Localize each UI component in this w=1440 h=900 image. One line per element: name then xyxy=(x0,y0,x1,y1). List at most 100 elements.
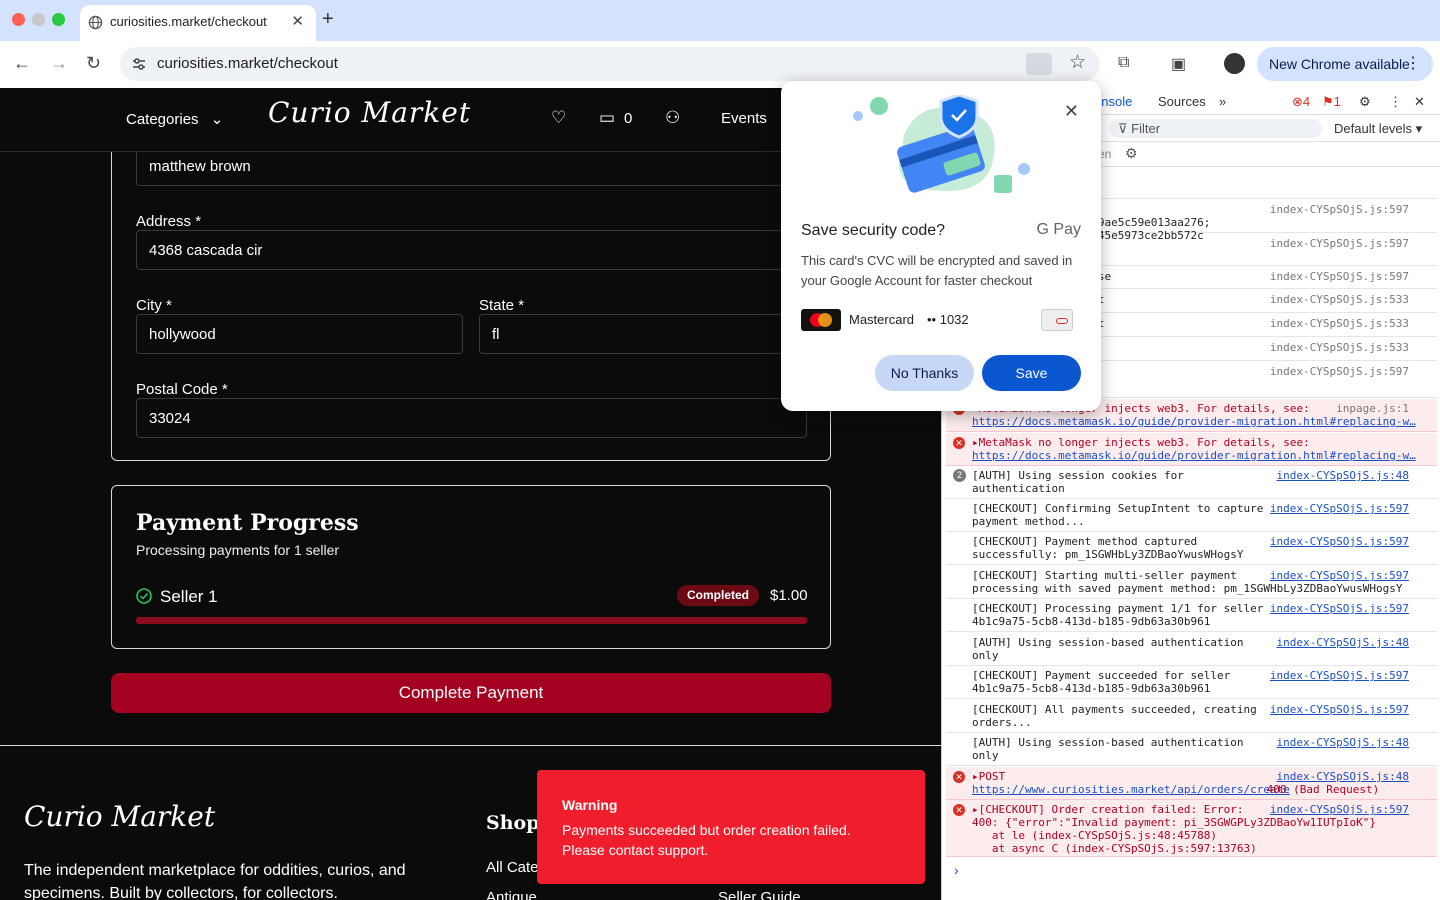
more-tabs-icon[interactable]: » xyxy=(1219,94,1226,109)
console-settings-icon[interactable]: ⚙ xyxy=(1125,145,1138,162)
address-label: Address * xyxy=(136,213,202,230)
profile-avatar[interactable] xyxy=(1224,53,1245,74)
console-log-entry[interactable]: [CHECKOUT] Confirming SetupIntent to cap… xyxy=(946,499,1437,532)
forward-icon[interactable]: → xyxy=(50,53,68,74)
log-source-link[interactable]: index-CYSpSOjS.js:597 xyxy=(1270,270,1409,283)
log-message: [AUTH] Using session-based authenticatio… xyxy=(972,736,1244,762)
city-input[interactable]: hollywood xyxy=(136,314,463,354)
log-source-link[interactable]: index-CYSpSOjS.js:533 xyxy=(1270,317,1409,330)
console-log-entry[interactable]: 2 [AUTH] Using session cookies for authen… xyxy=(946,466,1437,499)
log-source-link[interactable]: inpage.js:1 xyxy=(1336,402,1409,415)
console-error-entry[interactable]: ✕ ▸POST https://www.curiosities.market/api… xyxy=(946,767,1437,800)
settings-gear-icon[interactable]: ⚙ xyxy=(1359,94,1371,110)
complete-payment-button[interactable]: Complete Payment xyxy=(111,673,831,713)
more-options-icon[interactable]: ⋮ xyxy=(1389,94,1402,110)
browser-tab-bar: curiosities.market/checkout ✕ + xyxy=(0,0,1440,41)
console-log-entry[interactable]: [AUTH] Using session-based authenticatio… xyxy=(946,633,1437,666)
address-input[interactable]: 4368 cascada cir xyxy=(136,230,807,270)
footer-link[interactable]: All Cate xyxy=(486,859,539,876)
card-security-illustration xyxy=(853,95,1030,193)
postal-code-input[interactable]: 33024 xyxy=(136,398,807,438)
log-source-link[interactable]: index-CYSpSOjS.js:597 xyxy=(1270,602,1409,615)
mastercard-icon xyxy=(801,309,841,331)
log-source-link[interactable]: index-CYSpSOjS.js:597 xyxy=(1270,237,1409,250)
log-source-link[interactable]: index-CYSpSOjS.js:533 xyxy=(1270,341,1409,354)
events-link[interactable]: Events xyxy=(721,110,767,127)
console-log-entry[interactable]: [CHECKOUT] Processing payment 1/1 for se… xyxy=(946,599,1437,632)
new-tab-icon[interactable]: + xyxy=(322,8,334,31)
warning-count[interactable]: ⚑1 xyxy=(1322,94,1341,110)
log-levels-dropdown[interactable]: Default levels ▾ xyxy=(1334,121,1422,137)
postal-code-label: Postal Code * xyxy=(136,381,228,398)
maximize-window-icon[interactable] xyxy=(52,13,65,26)
chrome-update-button[interactable]: New Chrome available ⋮ xyxy=(1257,47,1433,81)
footer-tagline: The independent marketplace for oddities… xyxy=(24,862,406,900)
browser-tab[interactable]: curiosities.market/checkout ✕ xyxy=(80,5,316,41)
close-tab-icon[interactable]: ✕ xyxy=(291,12,304,30)
console-filter-input[interactable]: ⊽ Filter xyxy=(1110,119,1322,138)
bookmark-star-icon[interactable]: ☆ xyxy=(1069,51,1086,74)
log-source-link[interactable]: index-CYSpSOjS.js:48 xyxy=(1277,469,1409,482)
log-source-link[interactable]: index-CYSpSOjS.js:48 xyxy=(1277,770,1409,783)
name-input[interactable]: matthew brown xyxy=(136,146,807,186)
state-input[interactable]: fl xyxy=(479,314,807,354)
log-source-link[interactable]: index-CYSpSOjS.js:597 xyxy=(1270,669,1409,682)
footer-link[interactable]: Antique xyxy=(486,889,537,900)
reload-icon[interactable]: ↻ xyxy=(86,53,101,74)
log-message: [AUTH] Using session cookies for authent… xyxy=(972,469,1184,495)
log-source-link[interactable]: index-CYSpSOjS.js:597 xyxy=(1270,535,1409,548)
minimize-window-icon[interactable] xyxy=(32,13,45,26)
site-info-icon[interactable] xyxy=(130,55,148,73)
log-source-link[interactable]: index-CYSpSOjS.js:597 xyxy=(1270,365,1409,378)
site-logo[interactable]: Curio Market xyxy=(268,96,471,129)
log-source-link[interactable]: index-CYSpSOjS.js:48 xyxy=(1277,636,1409,649)
log-source-link[interactable]: index-CYSpSOjS.js:597 xyxy=(1270,803,1409,816)
console-log-entry[interactable]: [CHECKOUT] Starting multi-seller payment… xyxy=(946,566,1437,599)
categories-menu[interactable]: Categories ⌄ xyxy=(126,110,223,128)
address-bar[interactable]: curiosities.market/checkout ☆ xyxy=(120,47,1100,81)
seller-amount: $1.00 xyxy=(770,587,808,604)
log-link[interactable]: https://docs.metamask.io/guide/provider-… xyxy=(972,415,1416,428)
log-source-link[interactable]: index-CYSpSOjS.js:597 xyxy=(1270,703,1409,716)
browser-toolbar: ← → ↻ curiosities.market/checkout ☆ ⧉ ▣ … xyxy=(0,41,1440,88)
cast-icon[interactable]: ▣ xyxy=(1171,54,1186,74)
user-icon[interactable]: ⚇ xyxy=(665,108,680,128)
console-error-entry[interactable]: ✕ ▸[CHECKOUT] Order creation failed: Erro… xyxy=(946,800,1437,857)
log-source-link[interactable]: index-CYSpSOjS.js:597 xyxy=(1270,569,1409,582)
tab-sources[interactable]: Sources xyxy=(1158,94,1206,109)
no-thanks-button[interactable]: No Thanks xyxy=(875,355,974,391)
error-icon: ✕ xyxy=(953,804,965,816)
chevron-down-icon: ⌄ xyxy=(210,111,224,128)
close-popup-icon[interactable]: ✕ xyxy=(1064,101,1079,122)
back-icon[interactable]: ← xyxy=(13,53,31,74)
console-log-entry[interactable]: [AUTH] Using session-based authenticatio… xyxy=(946,733,1437,766)
log-link[interactable]: https://www.curiosities.market/api/order… xyxy=(972,783,1290,796)
save-button[interactable]: Save xyxy=(982,355,1081,391)
extensions-icon[interactable]: ⧉ xyxy=(1118,54,1129,72)
log-link[interactable]: https://docs.metamask.io/guide/provider-… xyxy=(972,449,1416,462)
error-count[interactable]: ⊗4 xyxy=(1292,94,1310,110)
footer-link[interactable]: Seller Guide xyxy=(718,889,801,900)
message-icon[interactable]: ▭ xyxy=(599,108,615,128)
console-log-entry[interactable]: [CHECKOUT] Payment method captured succe… xyxy=(946,532,1437,565)
console-prompt[interactable]: › xyxy=(954,862,959,878)
card-last-digits: •• 1032 xyxy=(927,312,969,327)
log-source-link[interactable]: index-CYSpSOjS.js:597 xyxy=(1270,203,1409,216)
console-log-entry[interactable]: [CHECKOUT] All payments succeeded, creat… xyxy=(946,700,1437,733)
heart-icon[interactable]: ♡ xyxy=(551,108,566,128)
log-source-link[interactable]: index-CYSpSOjS.js:48 xyxy=(1277,736,1409,749)
log-message: [AUTH] Using session-based authenticatio… xyxy=(972,636,1244,662)
close-window-icon[interactable] xyxy=(12,13,25,26)
save-cvc-popup: ✕ Save security code? G Pay This card's … xyxy=(781,81,1101,411)
console-error-entry[interactable]: ✕ ▸MetaMask no longer injects web3. For d… xyxy=(946,433,1437,466)
more-menu-icon[interactable]: ⋮ xyxy=(1405,53,1421,73)
google-pay-logo: G Pay xyxy=(1036,221,1081,238)
cvc-card-icon xyxy=(1041,309,1073,331)
payment-card-icon[interactable] xyxy=(1026,53,1052,75)
console-log-entry[interactable]: [CHECKOUT] Payment succeeded for seller … xyxy=(946,666,1437,699)
close-devtools-icon[interactable]: ✕ xyxy=(1414,94,1425,110)
chrome-update-label: New Chrome available xyxy=(1269,56,1410,72)
log-source-link[interactable]: index-CYSpSOjS.js:533 xyxy=(1270,293,1409,306)
log-source-link[interactable]: index-CYSpSOjS.js:597 xyxy=(1270,502,1409,515)
footer-logo[interactable]: Curio Market xyxy=(24,800,215,833)
